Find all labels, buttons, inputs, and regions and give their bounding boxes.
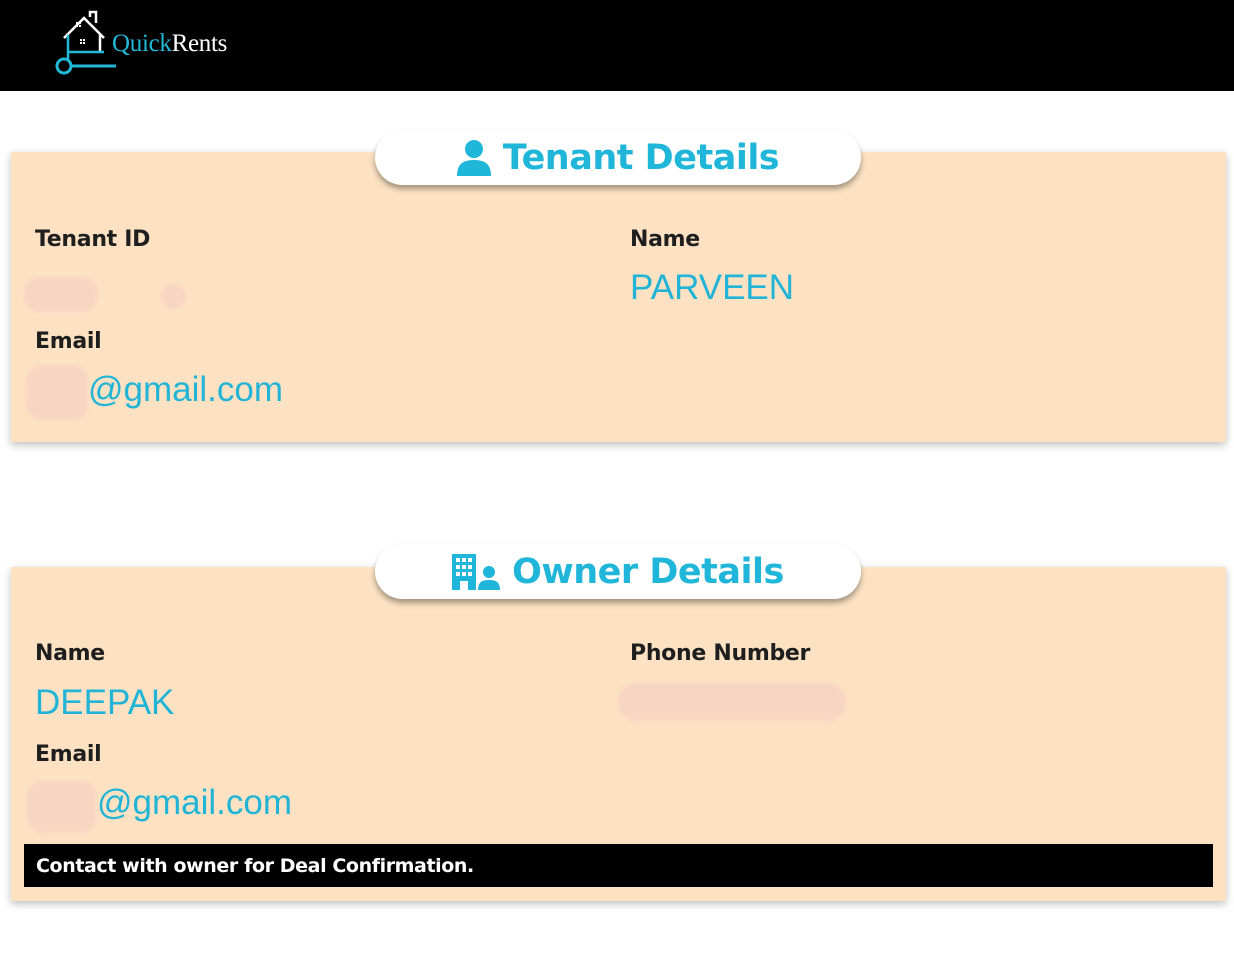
deal-confirmation-notice: Contact with owner for Deal Confirmation… [24,844,1213,887]
tenant-id-redaction-dot [161,284,186,309]
owner-details-header: Owner Details [375,544,861,599]
owner-phone-redaction [618,683,846,721]
brand-name-quick: Quick [112,30,172,57]
tenant-email-value: @gmail.com [88,370,284,409]
owner-name-value: DEEPAK [35,683,175,722]
house-key-icon [55,10,116,75]
user-icon [456,139,491,176]
brand-logo[interactable]: QuickRents [54,8,254,80]
navbar: QuickRents [0,0,1234,91]
tenant-id-redaction [24,277,98,312]
owner-phone-label: Phone Number [630,641,811,666]
tenant-email-redaction [26,365,88,420]
owner-email-value: @gmail.com [97,783,293,822]
owner-email-label: Email [35,742,102,767]
owner-name-label: Name [35,641,105,666]
tenant-details-header: Tenant Details [375,130,861,185]
tenant-name-label: Name [630,227,700,252]
brand-name-rents: Rents [171,30,228,57]
owner-details-title: Owner Details [512,551,784,592]
tenant-id-label: Tenant ID [35,227,151,252]
building-user-icon [452,553,501,590]
brand-name: QuickRents [112,30,227,58]
deal-confirmation-text: Contact with owner for Deal Confirmation… [36,854,474,877]
tenant-details-title: Tenant Details [502,137,780,178]
owner-email-redaction [27,781,97,833]
tenant-name-value: PARVEEN [630,268,795,307]
tenant-email-label: Email [35,329,102,354]
